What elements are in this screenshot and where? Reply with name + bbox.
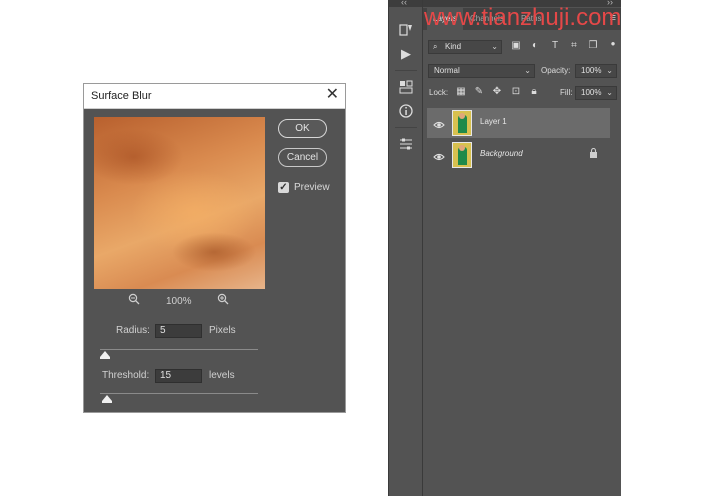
filter-kind-value: Kind bbox=[445, 42, 462, 51]
chevron-down-icon: ⌄ bbox=[491, 42, 498, 51]
lock-all-icon[interactable]: 🔒︎ bbox=[528, 86, 540, 98]
threshold-input[interactable]: 15 bbox=[155, 369, 202, 383]
strip-separator bbox=[395, 70, 417, 71]
radius-unit: Pixels bbox=[209, 325, 236, 336]
layer-row[interactable]: Background bbox=[427, 140, 610, 170]
collapse-icon[interactable]: ‹‹ bbox=[401, 0, 407, 7]
info-icon[interactable] bbox=[398, 103, 414, 119]
lock-artboard-icon[interactable]: ⊡ bbox=[510, 86, 522, 98]
watermark: www.tianzhuji.com bbox=[424, 4, 622, 31]
cancel-button[interactable]: Cancel bbox=[278, 148, 327, 167]
adjust-icon[interactable] bbox=[398, 136, 414, 152]
lock-icon bbox=[589, 147, 598, 160]
strip-top-bar: ‹‹ bbox=[389, 0, 422, 7]
lock-image-icon[interactable]: ✎ bbox=[473, 86, 485, 98]
fill-input[interactable]: 100% ⌄ bbox=[575, 86, 617, 100]
chevron-down-icon: ⌄ bbox=[606, 88, 613, 97]
opacity-value: 100% bbox=[581, 66, 602, 75]
filter-toggle-icon[interactable]: ● bbox=[607, 38, 619, 50]
preview-label: Preview bbox=[294, 182, 330, 193]
ok-button[interactable]: OK bbox=[278, 119, 327, 138]
opacity-input[interactable]: 100% ⌄ bbox=[575, 64, 617, 78]
smart-object-filter-icon[interactable]: ❐ bbox=[587, 40, 599, 52]
play-icon[interactable]: ▶ bbox=[398, 46, 414, 62]
layer-thumbnail bbox=[452, 110, 472, 136]
type-filter-icon[interactable]: T bbox=[549, 40, 561, 52]
chevron-down-icon: ⌄ bbox=[524, 66, 531, 75]
blend-mode-dropdown[interactable]: Normal ⌄ bbox=[428, 64, 535, 78]
chevron-down-icon: ⌄ bbox=[606, 66, 613, 75]
search-icon: ⌕ bbox=[433, 42, 438, 51]
properties-icon[interactable] bbox=[398, 79, 414, 95]
threshold-slider-track[interactable] bbox=[100, 393, 258, 394]
threshold-label: Threshold: bbox=[102, 370, 150, 381]
zoom-controls: 100% bbox=[84, 293, 275, 311]
dialog-title: Surface Blur bbox=[91, 90, 152, 102]
shape-filter-icon[interactable]: ⌗ bbox=[568, 40, 580, 52]
fill-value: 100% bbox=[581, 88, 602, 97]
radius-label: Radius: bbox=[116, 325, 150, 336]
fill-label: Fill: bbox=[560, 88, 573, 97]
blend-mode-value: Normal bbox=[434, 66, 460, 75]
visibility-eye-icon[interactable] bbox=[433, 117, 445, 129]
layer-row[interactable]: Layer 1 bbox=[427, 108, 610, 138]
lock-transparent-icon[interactable]: ▦ bbox=[455, 86, 467, 98]
close-icon[interactable]: ✕ bbox=[326, 87, 339, 103]
layers-panel: ›› Layers Channels Paths ≡ ⌕ Kind ⌄ ▣ ◐ … bbox=[422, 0, 621, 496]
history-brush-icon[interactable] bbox=[398, 22, 414, 38]
adjustment-filter-icon[interactable]: ◐ bbox=[529, 40, 541, 52]
preview-checkbox[interactable]: ✓ bbox=[278, 182, 289, 193]
visibility-eye-icon[interactable] bbox=[433, 149, 445, 161]
radius-slider-track[interactable] bbox=[100, 349, 258, 350]
threshold-unit: levels bbox=[209, 370, 235, 381]
layer-thumbnail bbox=[452, 142, 472, 168]
dialog-title-bar: Surface Blur ✕ bbox=[84, 84, 345, 109]
zoom-out-icon[interactable] bbox=[128, 293, 140, 308]
layer-name[interactable]: Layer 1 bbox=[480, 117, 507, 126]
image-filter-icon[interactable]: ▣ bbox=[510, 40, 522, 52]
lock-position-icon[interactable]: ✥ bbox=[491, 86, 503, 98]
strip-separator bbox=[395, 127, 417, 128]
lock-label: Lock: bbox=[429, 88, 449, 97]
zoom-value: 100% bbox=[166, 296, 192, 307]
preview-image[interactable] bbox=[94, 117, 265, 289]
filter-kind-dropdown[interactable]: ⌕ Kind ⌄ bbox=[428, 40, 502, 54]
zoom-in-icon[interactable] bbox=[217, 293, 229, 308]
surface-blur-dialog: Surface Blur ✕ 100% OK Cancel ✓ Preview … bbox=[83, 83, 346, 413]
radius-input[interactable]: 5 bbox=[155, 324, 202, 338]
opacity-label: Opacity: bbox=[541, 66, 571, 75]
panel-icon-strip: ‹‹ ▶ bbox=[388, 0, 422, 496]
layer-name[interactable]: Background bbox=[480, 149, 523, 158]
